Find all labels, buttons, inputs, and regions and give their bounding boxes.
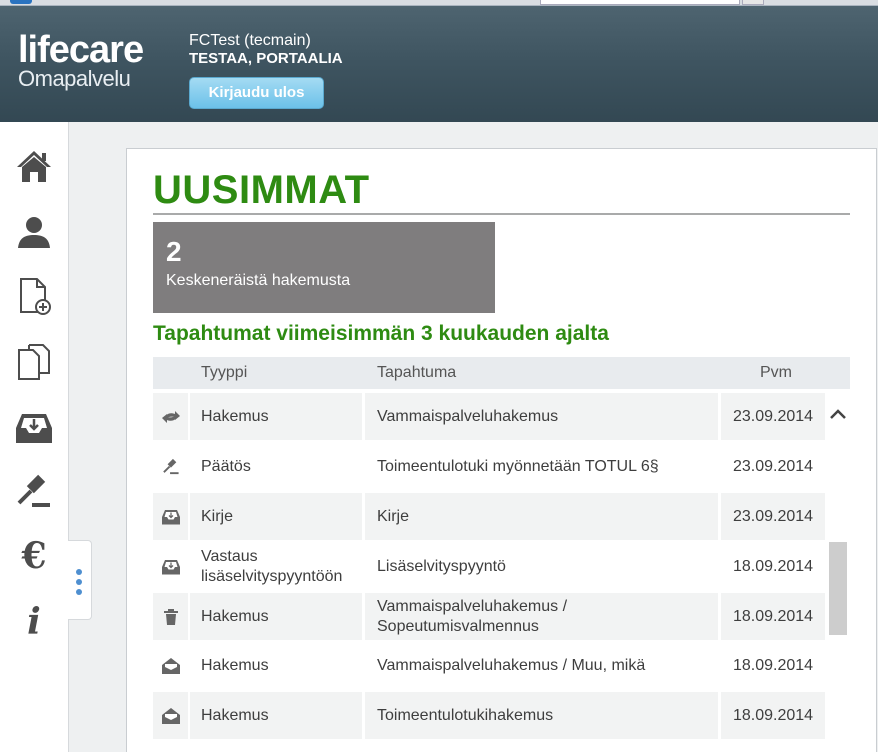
- row-type: Hakemus: [190, 692, 362, 739]
- row-type: Vastaus lisäselvityspyyntöön: [201, 547, 343, 585]
- inbox-icon: [16, 414, 52, 443]
- handle-dot: [76, 569, 82, 575]
- row-date: 23.09.2014: [721, 393, 825, 440]
- row-date: 18.09.2014: [732, 656, 814, 674]
- table-row[interactable]: Hakemus Vammaispalveluhakemus / Muu, mik…: [153, 642, 825, 689]
- row-type-icon: [153, 543, 188, 590]
- euro-icon: €: [21, 535, 47, 577]
- row-date: 23.09.2014: [732, 457, 814, 475]
- row-event: Lisäselvityspyyntö: [377, 557, 506, 575]
- gavel-icon: [162, 458, 179, 474]
- events-section-title: Tapahtumat viimeisimmän 3 kuukauden ajal…: [153, 322, 609, 345]
- row-type-icon: [153, 593, 188, 640]
- row-event: Kirje: [365, 493, 718, 540]
- handle-dot: [76, 579, 82, 585]
- row-type: Kirje: [190, 493, 362, 540]
- table-row[interactable]: Hakemus Toimeentulotukihakemus 18.09.201…: [153, 692, 825, 739]
- sidebar-item-decisions[interactable]: [12, 470, 56, 514]
- row-event: Vammaispalveluhakemus / Sopeutumisvalmen…: [365, 593, 718, 640]
- table-header: Tyyppi Tapahtuma Pvm: [153, 357, 850, 389]
- row-date: 18.09.2014: [721, 692, 825, 739]
- row-type: Hakemus: [190, 593, 362, 640]
- row-date: 23.09.2014: [721, 493, 825, 540]
- envelope-open-icon: [161, 657, 180, 674]
- sidebar-item-documents[interactable]: [12, 340, 56, 384]
- events-scrollbar[interactable]: [828, 390, 848, 752]
- table-row[interactable]: Kirje Kirje 23.09.2014: [153, 493, 825, 540]
- page-title: UUSIMMAT: [153, 168, 370, 212]
- sidebar-item-home[interactable]: [12, 144, 56, 188]
- row-type: Hakemus: [190, 393, 362, 440]
- logout-button[interactable]: Kirjaudu ulos: [189, 77, 324, 109]
- browser-button[interactable]: [10, 0, 32, 4]
- title-divider: [153, 213, 850, 215]
- app-header: lifecare Omapalvelu FCTest (tecmain) TES…: [0, 6, 878, 122]
- sidebar-item-new-application[interactable]: [12, 274, 56, 318]
- documents-icon: [18, 344, 50, 380]
- browser-search-field[interactable]: [540, 0, 740, 5]
- logo-subtitle: Omapalvelu: [18, 66, 131, 91]
- chevron-up-icon: [830, 409, 846, 419]
- lifecare-logo[interactable]: lifecare Omapalvelu: [18, 29, 144, 91]
- row-type: Päätös: [201, 457, 251, 475]
- unfinished-applications-tile[interactable]: 2 Keskeneräistä hakemusta: [153, 222, 495, 313]
- column-header-event[interactable]: Tapahtuma: [377, 364, 456, 382]
- row-type-icon: [153, 443, 188, 490]
- tile-label: Keskeneräistä hakemusta: [166, 272, 351, 289]
- sidebar-toggle-handle[interactable]: [68, 540, 92, 620]
- row-event: Toimeentulotukihakemus: [365, 692, 718, 739]
- handle-dot: [76, 589, 82, 595]
- info-icon: i: [27, 601, 41, 643]
- sidebar-item-profile[interactable]: [12, 210, 56, 254]
- browser-search-button[interactable]: [742, 0, 764, 5]
- exchange-icon: [161, 410, 180, 423]
- row-type-icon: [153, 692, 188, 739]
- home-icon: [17, 151, 51, 182]
- row-event: Vammaispalveluhakemus: [365, 393, 718, 440]
- scrollbar-thumb[interactable]: [829, 542, 847, 635]
- gavel-icon: [17, 474, 50, 507]
- user-info: FCTest (tecmain) TESTAA, PORTAALIA: [189, 32, 343, 68]
- column-header-type[interactable]: Tyyppi: [201, 364, 247, 382]
- trash-icon: [163, 608, 178, 625]
- table-row[interactable]: Hakemus Vammaispalveluhakemus 23.09.2014: [153, 393, 825, 440]
- row-type-icon: [153, 642, 188, 689]
- row-date: 18.09.2014: [721, 593, 825, 640]
- user-name: FCTest (tecmain): [189, 32, 311, 49]
- table-row[interactable]: Hakemus Vammaispalveluhakemus / Sopeutum…: [153, 593, 825, 640]
- user-icon: [18, 217, 50, 248]
- inbox-icon: [161, 559, 180, 574]
- row-type-icon: [153, 493, 188, 540]
- sidebar-nav: € i: [0, 122, 69, 752]
- row-event: Toimeentulotuki myönnetään TOTUL 6§: [377, 457, 659, 475]
- inbox-icon: [161, 509, 180, 524]
- sidebar-item-inbox[interactable]: [12, 406, 56, 450]
- column-header-date[interactable]: Pvm: [760, 364, 792, 382]
- table-row[interactable]: Päätös Toimeentulotuki myönnetään TOTUL …: [153, 443, 825, 490]
- logo-wordmark: lifecare: [18, 29, 144, 71]
- new-document-icon: [20, 278, 51, 315]
- table-row[interactable]: Vastaus lisäselvityspyyntöön Lisäselvity…: [153, 543, 825, 590]
- envelope-open-icon: [161, 707, 180, 724]
- row-type: Hakemus: [201, 656, 269, 674]
- scroll-up-button[interactable]: [828, 404, 848, 424]
- row-date: 18.09.2014: [732, 557, 814, 575]
- row-type-icon: [153, 393, 188, 440]
- sidebar-item-payments[interactable]: €: [12, 534, 56, 578]
- user-organization: TESTAA, PORTAALIA: [189, 50, 343, 67]
- sidebar-item-info[interactable]: i: [12, 600, 56, 644]
- row-event: Vammaispalveluhakemus / Muu, mikä: [377, 656, 646, 674]
- tile-count: 2: [166, 236, 182, 267]
